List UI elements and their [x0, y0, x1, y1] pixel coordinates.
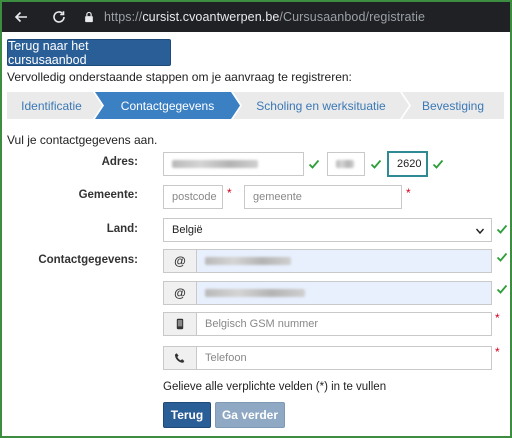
chevron-down-icon	[475, 228, 485, 235]
wizard-steps: Identificatie Scholing en werksituatie B…	[7, 92, 504, 119]
continue-button[interactable]: Ga verder	[215, 402, 285, 428]
valid-check-icon	[496, 284, 508, 294]
lock-icon[interactable]	[80, 8, 98, 26]
reload-icon[interactable]	[46, 4, 72, 30]
required-mark: *	[406, 186, 411, 200]
step-contactgegevens[interactable]: Contactgegevens	[95, 92, 240, 119]
valid-check-icon	[308, 159, 320, 169]
gemeente-input[interactable]: gemeente	[244, 185, 402, 209]
valid-check-icon	[432, 159, 444, 169]
step-scholing[interactable]: Scholing en werksituatie	[233, 92, 409, 119]
telefoon-input[interactable]: Telefoon	[196, 346, 492, 370]
street-input[interactable]	[163, 152, 304, 176]
adres-label: Adres:	[101, 156, 138, 168]
address-bar[interactable]: https://cursist.cvoantwerpen.be/Cursusaa…	[104, 10, 425, 24]
back-arrow-icon[interactable]	[8, 4, 34, 30]
valid-check-icon	[370, 159, 382, 169]
step-identificatie[interactable]: Identificatie	[7, 92, 102, 119]
land-select[interactable]: België	[163, 218, 492, 242]
valid-check-icon	[496, 224, 508, 234]
required-mark: *	[227, 186, 232, 200]
phone-icon	[163, 346, 197, 370]
at-icon: @	[163, 281, 197, 305]
browser-toolbar: https://cursist.cvoantwerpen.be/Cursusaa…	[2, 2, 510, 32]
mobile-phone-icon	[163, 312, 197, 336]
back-button[interactable]: Terug	[163, 402, 211, 428]
back-to-courses-button[interactable]: Terug naar het cursusaanbod	[7, 39, 171, 67]
bus-input[interactable]: 2620	[387, 151, 428, 177]
intro-text: Vervolledig onderstaande stappen om je a…	[7, 70, 352, 84]
email-input[interactable]	[196, 249, 492, 273]
land-selected-value: België	[172, 224, 203, 236]
browser-window: https://cursist.cvoantwerpen.be/Cursusaa…	[2, 2, 510, 436]
step-bevestiging[interactable]: Bevestiging	[402, 92, 504, 119]
valid-check-icon	[496, 252, 508, 262]
email-confirm-input[interactable]	[196, 281, 492, 305]
at-icon: @	[163, 249, 197, 273]
land-label: Land:	[106, 223, 138, 235]
required-mark: *	[495, 311, 500, 325]
section-subtitle: Vul je contactgegevens aan.	[7, 133, 158, 147]
required-fields-warning: Gelieve alle verplichte velden (*) in te…	[163, 381, 387, 393]
postcode-input[interactable]: postcode	[163, 185, 223, 209]
required-mark: *	[495, 345, 500, 359]
house-number-input[interactable]	[327, 152, 365, 176]
contactgegevens-label: Contactgegevens:	[38, 254, 138, 266]
gsm-input[interactable]: Belgisch GSM nummer	[196, 312, 492, 336]
registration-page: Terug naar het cursusaanbod Vervolledig …	[2, 32, 510, 436]
url-host: cursist.cvoantwerpen.be	[142, 10, 280, 24]
gemeente-label: Gemeente:	[78, 189, 138, 201]
